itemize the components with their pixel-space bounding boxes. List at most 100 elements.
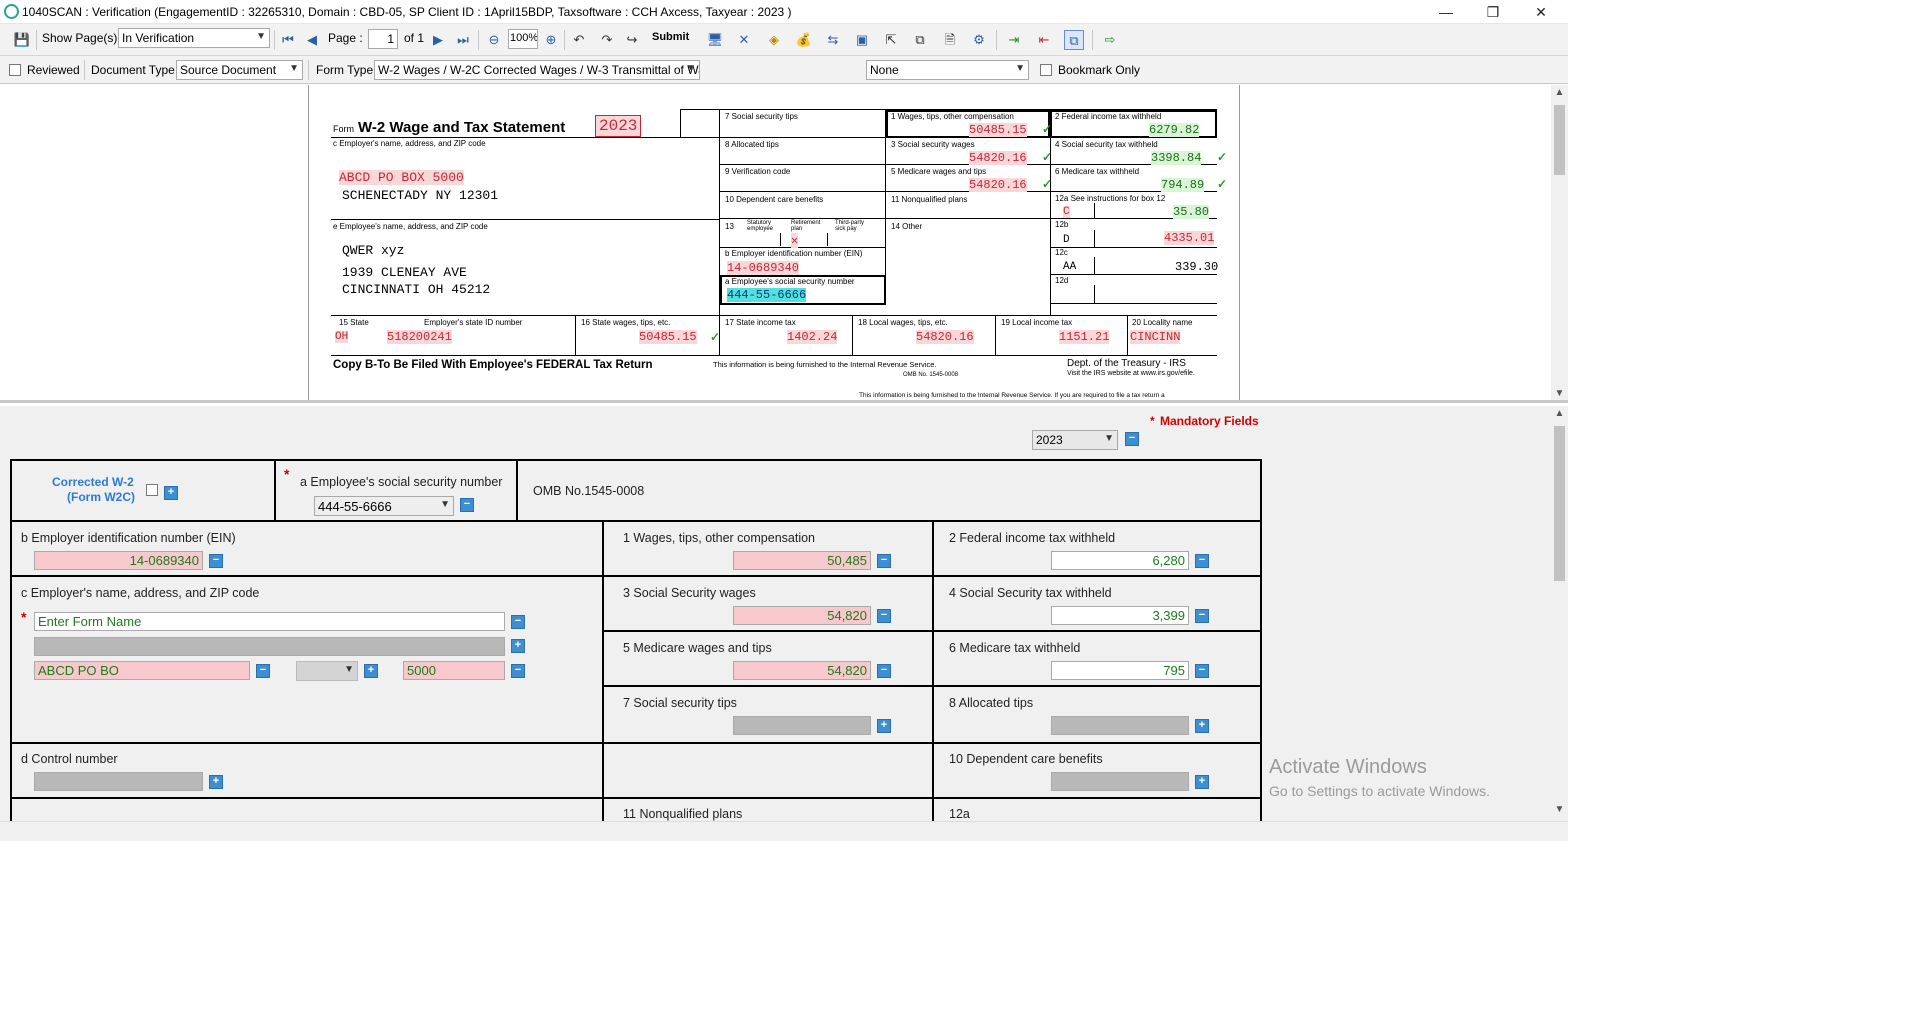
image-icon[interactable]: ▣ xyxy=(852,30,872,50)
employer-line2-input[interactable] xyxy=(34,637,505,656)
expand-icon[interactable]: + xyxy=(1195,719,1209,733)
reviewed-checkbox[interactable] xyxy=(9,64,21,76)
scroll-down-icon[interactable]: ▼ xyxy=(1551,804,1568,815)
state-select[interactable]: ▼ xyxy=(296,661,358,681)
verified-check-icon: ✓ xyxy=(1042,177,1053,191)
copy-icon[interactable]: ⧉ xyxy=(910,30,930,50)
w2-box20-label: 20 Locality name xyxy=(1132,318,1193,327)
employer-zip-input[interactable]: 5000 xyxy=(403,661,505,680)
external-link-icon[interactable]: ⇱ xyxy=(881,30,901,50)
scroll-down-icon[interactable]: ▼ xyxy=(1551,388,1568,399)
box8-label: 8 Allocated tips xyxy=(949,696,1034,710)
box4-input[interactable]: 3,399 xyxy=(1051,606,1189,625)
box7-input[interactable] xyxy=(733,716,871,735)
box8-input[interactable] xyxy=(1051,716,1189,735)
expand-icon[interactable]: + xyxy=(1195,775,1209,789)
rotate-right-icon[interactable]: ↷ xyxy=(597,30,617,50)
document-icon[interactable]: 🗎 xyxy=(940,30,960,50)
box6-label: 6 Medicare tax withheld xyxy=(949,641,1081,655)
document-scrollbar[interactable]: ▲ ▼ xyxy=(1551,85,1568,400)
collapse-icon[interactable]: − xyxy=(877,609,891,623)
document-type-select[interactable]: Source Document ▼ xyxy=(176,60,303,80)
collapse-icon[interactable]: − xyxy=(511,664,525,678)
expand-icon[interactable]: + xyxy=(364,664,378,678)
expand-icon[interactable]: + xyxy=(877,719,891,733)
collapse-icon[interactable]: − xyxy=(1195,664,1209,678)
next-page-icon[interactable]: ▶ xyxy=(428,30,448,50)
w2-box11-label: 11 Nonqualified plans xyxy=(891,195,968,204)
collapse-icon[interactable]: − xyxy=(256,664,270,678)
split-icon[interactable]: ⇆ xyxy=(823,30,843,50)
collapse-icon[interactable]: − xyxy=(1195,609,1209,623)
show-pages-select[interactable]: In Verification ▼ xyxy=(118,28,270,48)
minimize-button[interactable]: — xyxy=(1426,2,1466,22)
box2-input[interactable]: 6,280 xyxy=(1051,551,1189,570)
pages-icon[interactable]: ⧉ xyxy=(1064,30,1084,50)
save-icon[interactable]: 💾 xyxy=(12,30,32,50)
w2-retirement-label: Retirement plan xyxy=(791,220,821,232)
rotate-left-icon[interactable]: ↶ xyxy=(569,30,589,50)
remove-page-icon[interactable]: ⇤ xyxy=(1034,30,1054,50)
bookmark-select[interactable]: None ▼ xyxy=(866,60,1029,80)
corrected-w2-checkbox[interactable] xyxy=(146,484,158,496)
w2-box15-id-label: Employer's state ID number xyxy=(424,318,523,327)
control-number-input[interactable] xyxy=(34,772,203,791)
previous-page-icon[interactable]: ◀ xyxy=(302,30,322,50)
redo-icon[interactable]: ↪ xyxy=(622,30,642,50)
zoom-out-icon[interactable]: ⊖ xyxy=(484,30,504,50)
ssn-select[interactable]: 444-55-6666 ▼ xyxy=(314,496,454,516)
employer-address-input[interactable]: ABCD PO BO xyxy=(34,661,250,680)
money-bag-icon[interactable]: 💰 xyxy=(794,30,814,50)
w2-box12a-code: C xyxy=(1063,206,1070,218)
form-type-select[interactable]: W-2 Wages / W-2C Corrected Wages / W-3 T… xyxy=(374,60,700,80)
box10-label: 10 Dependent care benefits xyxy=(949,752,1103,766)
diamond-icon[interactable]: ◈ xyxy=(764,30,784,50)
w2-box2-value: 6279.82 xyxy=(1149,123,1200,137)
collapse-icon[interactable]: − xyxy=(1125,432,1139,446)
employer-name-input[interactable]: Enter Form Name xyxy=(34,612,505,631)
bookmark-only-checkbox[interactable] xyxy=(1040,64,1052,76)
collapse-icon[interactable]: − xyxy=(460,498,474,512)
cancel-icon[interactable]: ✕ xyxy=(734,30,754,50)
zoom-input[interactable]: 100% xyxy=(508,29,538,49)
last-page-icon[interactable]: ⏭ xyxy=(453,30,473,50)
document-viewer[interactable]: Form W-2 Wage and Tax Statement 2023 c E… xyxy=(0,85,1568,403)
expand-icon[interactable]: + xyxy=(511,639,525,653)
collapse-icon[interactable]: − xyxy=(511,615,525,629)
employer-section xyxy=(10,575,604,744)
monitor-icon[interactable]: 🖥 xyxy=(705,30,725,50)
expand-icon[interactable]: + xyxy=(164,486,178,500)
box3-input[interactable]: 54,820 xyxy=(733,606,871,625)
restore-button[interactable]: ❐ xyxy=(1473,2,1513,22)
collapse-icon[interactable]: − xyxy=(209,554,223,568)
w2-box16-value: 50485.15 xyxy=(639,330,697,344)
settings-doc-icon[interactable]: ⚙ xyxy=(969,30,989,50)
box5-input[interactable]: 54,820 xyxy=(733,661,871,680)
collapse-icon[interactable]: − xyxy=(1195,554,1209,568)
zoom-in-icon[interactable]: ⊕ xyxy=(541,30,561,50)
submit-button[interactable]: Submit xyxy=(652,31,689,43)
exit-icon[interactable]: ⇨ xyxy=(1100,30,1120,50)
box6-input[interactable]: 795 xyxy=(1051,661,1189,680)
w2-statutory-label: Statutory employee xyxy=(747,220,774,232)
expand-icon[interactable]: + xyxy=(209,775,223,789)
box1-input[interactable]: 50,485 xyxy=(733,551,871,570)
w2-form-image: Form W-2 Wage and Tax Statement 2023 c E… xyxy=(308,85,1240,400)
collapse-icon[interactable]: − xyxy=(877,554,891,568)
box10-input[interactable] xyxy=(1051,772,1189,791)
entry-scrollbar[interactable]: ▲ ▼ xyxy=(1551,406,1568,821)
w2-box16-label: 16 State wages, tips, etc. xyxy=(581,318,671,327)
scroll-up-icon[interactable]: ▲ xyxy=(1551,87,1568,98)
scroll-up-icon[interactable]: ▲ xyxy=(1551,408,1568,419)
page-input[interactable]: 1 xyxy=(368,29,398,49)
tax-year-select[interactable]: 2023 ▼ xyxy=(1032,430,1118,450)
w2-box12c-code: AA xyxy=(1063,261,1077,273)
ein-input[interactable]: 14-0689340 xyxy=(34,551,203,570)
export-icon[interactable]: ⇥ xyxy=(1004,30,1024,50)
collapse-icon[interactable]: − xyxy=(877,664,891,678)
scroll-thumb[interactable] xyxy=(1554,105,1565,175)
close-button[interactable]: ✕ xyxy=(1521,2,1561,22)
chevron-down-icon: ▼ xyxy=(256,31,266,42)
first-page-icon[interactable]: ⏮ xyxy=(278,30,298,50)
scroll-thumb[interactable] xyxy=(1554,426,1565,581)
